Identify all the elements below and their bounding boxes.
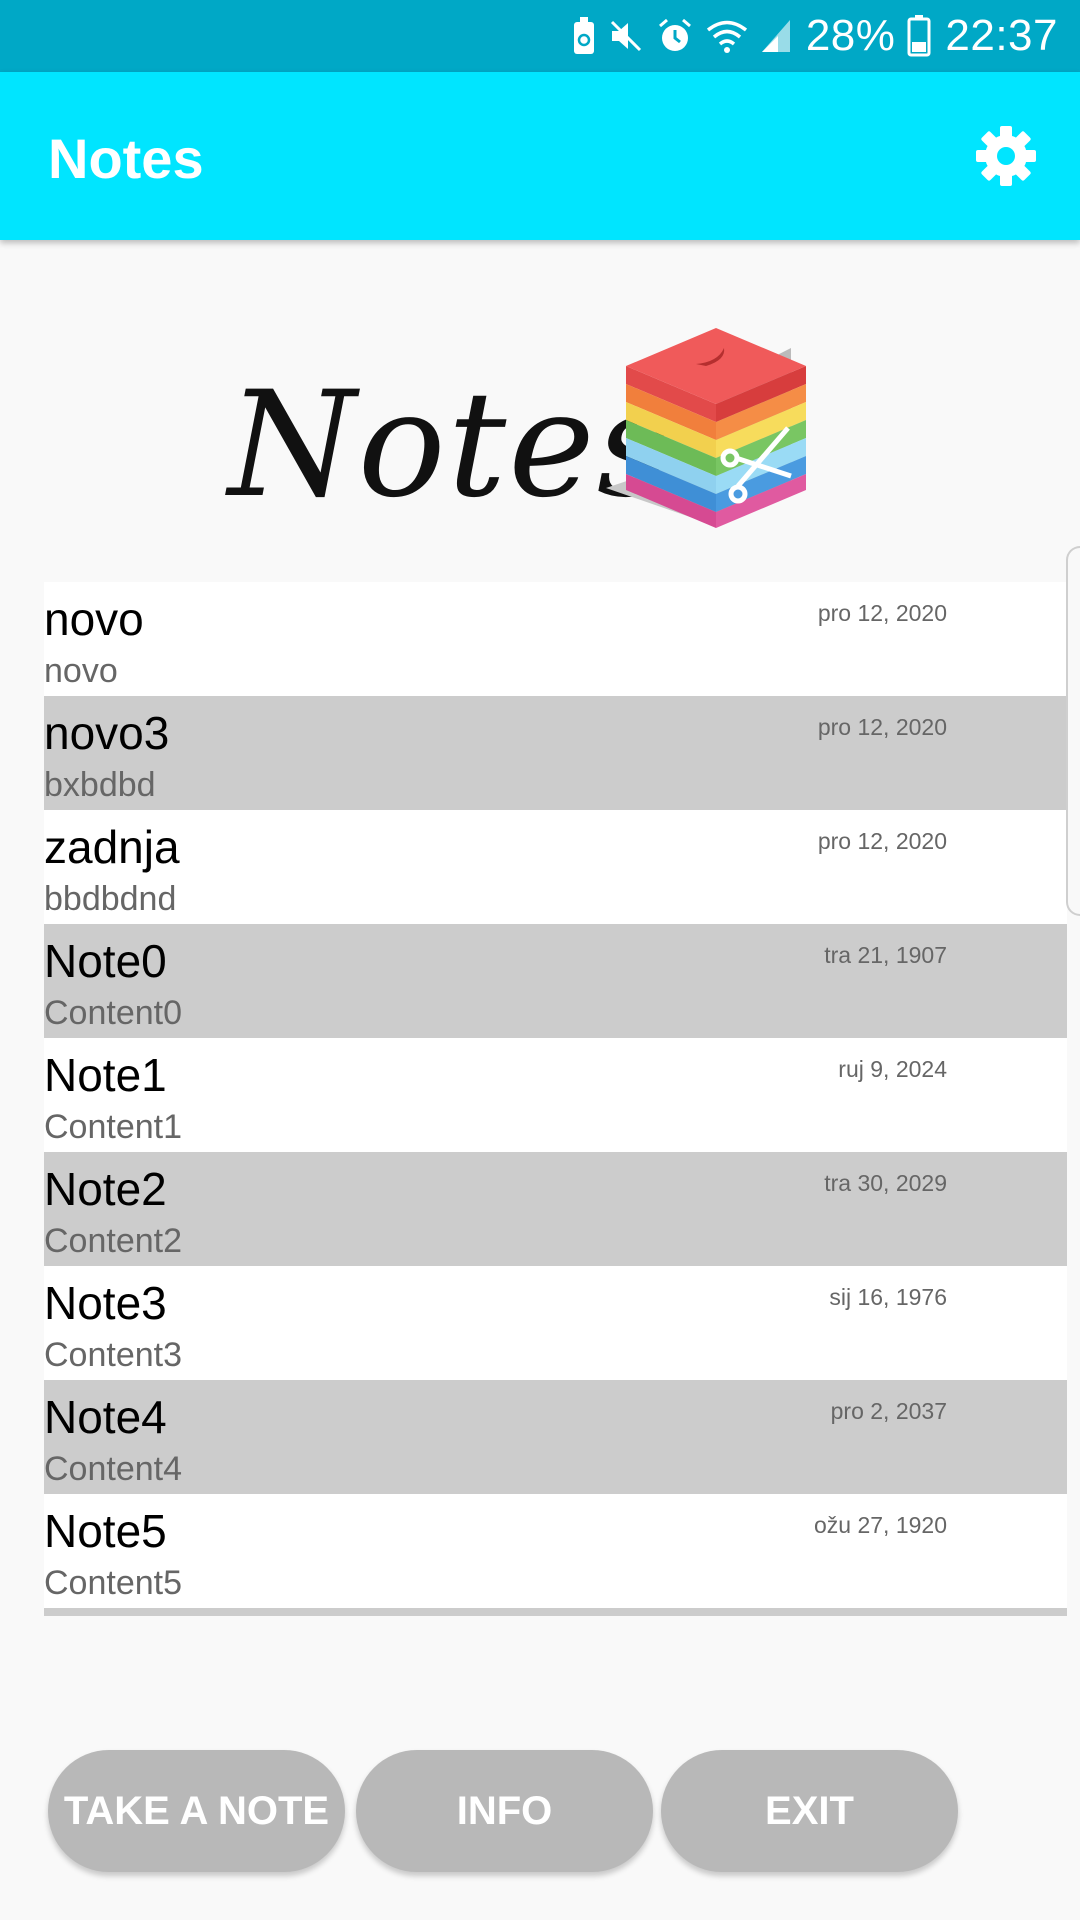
note-title: Note2 xyxy=(44,1163,167,1215)
note-content: Content1 xyxy=(44,1108,182,1146)
note-content: Content2 xyxy=(44,1222,182,1260)
list-item[interactable]: Note0 Content0 tra 21, 1907 xyxy=(44,924,1067,1038)
app-bar: Notes xyxy=(0,72,1080,240)
alarm-icon xyxy=(656,17,694,55)
battery-saver-icon xyxy=(572,16,596,56)
note-title: Note5 xyxy=(44,1505,167,1557)
note-date: pro 12, 2020 xyxy=(817,600,947,626)
app-title: Notes xyxy=(48,127,204,190)
note-date: pro 12, 2020 xyxy=(817,828,947,854)
clock: 22:37 xyxy=(945,11,1058,60)
sticky-notes-cube-icon xyxy=(606,328,806,528)
settings-button[interactable] xyxy=(974,124,1038,188)
note-date: pro 2, 2037 xyxy=(830,1398,947,1424)
note-title: Note3 xyxy=(44,1277,167,1329)
list-item[interactable]: novo3 bxbdbd pro 12, 2020 xyxy=(44,696,1067,810)
note-date: ruj 9, 2024 xyxy=(838,1056,947,1082)
list-item[interactable]: Note1 Content1 ruj 9, 2024 xyxy=(44,1038,1067,1152)
gear-icon xyxy=(976,126,1036,186)
note-content: bxbdbd xyxy=(44,766,156,804)
note-title: zadnja xyxy=(44,821,180,873)
note-title: Note4 xyxy=(44,1391,167,1443)
exit-button[interactable]: EXIT xyxy=(661,1750,958,1872)
note-content: Content4 xyxy=(44,1450,182,1488)
battery-percent: 28% xyxy=(805,11,896,60)
note-date: pro 12, 2020 xyxy=(817,714,947,740)
list-item[interactable]: Note2 Content2 tra 30, 2029 xyxy=(44,1152,1067,1266)
info-button[interactable]: INFO xyxy=(356,1750,653,1872)
notes-logo: Notes xyxy=(228,318,828,548)
note-title: novo3 xyxy=(44,707,170,759)
note-content: bbdbdnd xyxy=(44,880,177,918)
note-title: novo xyxy=(44,593,144,645)
battery-icon xyxy=(907,15,931,57)
note-content: novo xyxy=(44,652,118,690)
note-title: Note1 xyxy=(44,1049,167,1101)
note-date: tra 30, 2029 xyxy=(824,1170,947,1196)
list-item[interactable]: zadnja bbdbdnd pro 12, 2020 xyxy=(44,810,1067,924)
note-date: sij 16, 1976 xyxy=(829,1284,947,1310)
edge-panel-handle[interactable] xyxy=(1066,546,1080,916)
list-divider xyxy=(44,1608,1067,1616)
notes-list[interactable]: novo novo pro 12, 2020 novo3 bxbdbd pro … xyxy=(44,582,1067,1616)
note-title: Note0 xyxy=(44,935,167,987)
list-item[interactable]: novo novo pro 12, 2020 xyxy=(44,582,1067,696)
status-bar: 28% 22:37 xyxy=(0,0,1080,72)
list-item[interactable]: Note3 Content3 sij 16, 1976 xyxy=(44,1266,1067,1380)
note-content: Content3 xyxy=(44,1336,182,1374)
take-a-note-button[interactable]: TAKE A NOTE xyxy=(48,1750,345,1872)
wifi-icon xyxy=(706,19,748,53)
mute-icon xyxy=(608,18,644,54)
note-content: Content0 xyxy=(44,994,182,1032)
list-item[interactable]: Note4 Content4 pro 2, 2037 xyxy=(44,1380,1067,1494)
note-content: Content5 xyxy=(44,1564,182,1602)
cell-signal-icon xyxy=(760,18,792,54)
list-item[interactable]: Note5 Content5 ožu 27, 1920 xyxy=(44,1494,1067,1608)
note-date: ožu 27, 1920 xyxy=(813,1512,947,1538)
note-date: tra 21, 1907 xyxy=(824,942,947,968)
